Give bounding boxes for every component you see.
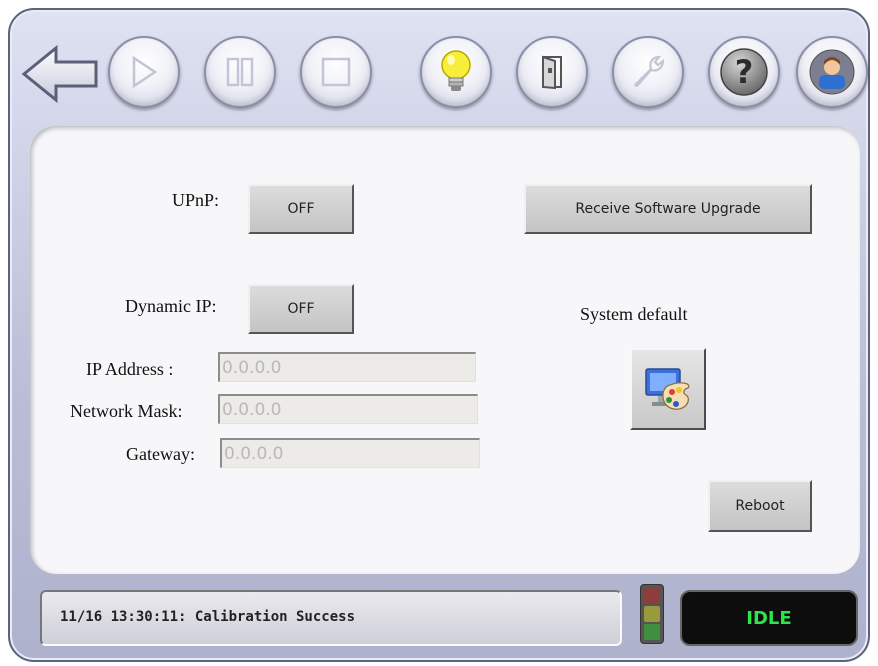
user-button[interactable] bbox=[796, 36, 868, 108]
play-icon bbox=[132, 55, 158, 89]
door-button[interactable] bbox=[516, 36, 588, 108]
help-button[interactable]: ? bbox=[708, 36, 780, 108]
system-default-button[interactable] bbox=[630, 348, 706, 430]
gateway-field[interactable]: 0.0.0.0 bbox=[220, 438, 480, 468]
help-icon: ? bbox=[720, 48, 768, 96]
receive-software-upgrade-button[interactable]: Receive Software Upgrade bbox=[524, 184, 812, 234]
toolbar: ? bbox=[20, 24, 868, 124]
pause-icon bbox=[226, 57, 254, 87]
status-lamp-red bbox=[644, 588, 660, 604]
help-glyph: ? bbox=[735, 53, 754, 91]
status-lamp-green bbox=[644, 624, 660, 640]
stop-icon bbox=[321, 57, 351, 87]
upnp-toggle-button[interactable]: OFF bbox=[248, 184, 354, 234]
reboot-button[interactable]: Reboot bbox=[708, 480, 812, 532]
gateway-label: Gateway: bbox=[126, 444, 195, 464]
palette-monitor-icon bbox=[645, 368, 690, 410]
network-settings-panel: UPnP: OFF Receive Software Upgrade Dynam… bbox=[30, 126, 860, 574]
light-button[interactable] bbox=[420, 36, 492, 108]
pause-button[interactable] bbox=[204, 36, 276, 108]
network-mask-label: Network Mask: bbox=[70, 401, 183, 421]
user-icon bbox=[809, 49, 855, 95]
dynamic-ip-label: Dynamic IP: bbox=[125, 296, 217, 316]
stop-button[interactable] bbox=[300, 36, 372, 108]
lightbulb-icon bbox=[441, 50, 471, 91]
back-button[interactable] bbox=[20, 44, 100, 104]
door-icon bbox=[542, 55, 562, 90]
system-default-label: System default bbox=[580, 304, 688, 324]
ip-address-field[interactable]: 0.0.0.0 bbox=[218, 352, 476, 382]
play-button[interactable] bbox=[108, 36, 180, 108]
back-arrow-icon bbox=[21, 44, 98, 104]
network-mask-field[interactable]: 0.0.0.0 bbox=[218, 394, 478, 424]
status-message: 11/16 13:30:11: Calibration Success bbox=[40, 590, 622, 646]
wrench-icon bbox=[634, 55, 665, 87]
status-lamp-yellow bbox=[644, 606, 660, 622]
upnp-label: UPnP: bbox=[172, 190, 220, 210]
status-lamp bbox=[640, 584, 664, 644]
settings-button[interactable] bbox=[612, 36, 684, 108]
machine-state-indicator: IDLE bbox=[680, 590, 858, 646]
dynamic-ip-toggle-button[interactable]: OFF bbox=[248, 284, 354, 334]
ip-address-label: IP Address : bbox=[86, 359, 174, 379]
